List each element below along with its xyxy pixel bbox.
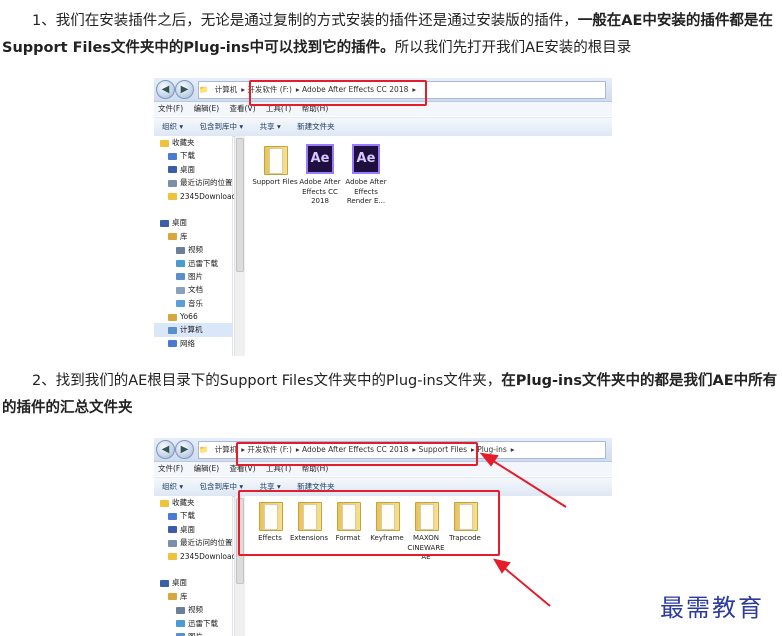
annotation-arrows [479,452,567,607]
arrow-head [479,452,499,467]
watermark-logo: 最需教育 [660,594,764,622]
arrow-to-folders [501,565,551,607]
arrow-to-address [489,458,567,508]
